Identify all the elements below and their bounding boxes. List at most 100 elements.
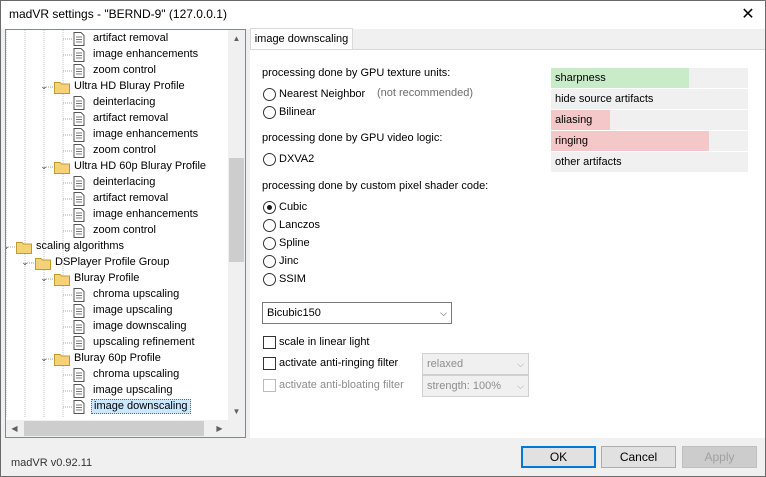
- chevron-down-icon[interactable]: ⌄: [20, 257, 30, 267]
- chevron-down-icon[interactable]: ⌄: [39, 161, 49, 171]
- tree-node-label[interactable]: Bluray 60p Profile: [72, 351, 163, 366]
- tree-node-label[interactable]: image enhancements: [91, 207, 200, 222]
- quality-row: sharpness: [551, 68, 748, 88]
- page-icon: [73, 320, 87, 334]
- nearest-neighbor-label[interactable]: Nearest Neighbor: [279, 88, 365, 100]
- tree-node-label[interactable]: image enhancements: [91, 127, 200, 142]
- page-icon: [73, 400, 87, 414]
- tree-node-label[interactable]: chroma upscaling: [91, 367, 181, 382]
- anti-bloating-strength-value: strength: 100%: [427, 380, 501, 392]
- tree-node-label[interactable]: image upscaling: [91, 303, 175, 318]
- page-icon: [73, 368, 87, 382]
- tree-node-label[interactable]: chroma upscaling: [91, 287, 181, 302]
- anti-ringing-checkbox[interactable]: [263, 357, 276, 370]
- page-icon: [73, 304, 87, 318]
- page-icon: [73, 64, 87, 78]
- ssim-label[interactable]: SSIM: [279, 273, 306, 285]
- tree-node-label[interactable]: zoom control: [91, 143, 158, 158]
- settings-tree[interactable]: artifact removal image enhancements zoom c…: [5, 29, 246, 438]
- page-icon: [73, 48, 87, 62]
- ok-button[interactable]: OK: [521, 446, 596, 468]
- settings-page: processing done by GPU texture units: Ne…: [250, 49, 765, 438]
- lanczos-label[interactable]: Lanczos: [279, 219, 320, 231]
- tree-node-label[interactable]: deinterlacing: [91, 175, 157, 190]
- quality-label: hide source artifacts: [555, 93, 654, 105]
- page-icon: [73, 208, 87, 222]
- folder-icon: [54, 80, 70, 94]
- vertical-scroll-thumb[interactable]: [229, 158, 244, 262]
- radio-cubic[interactable]: [263, 201, 276, 214]
- scrollbar-corner: [228, 420, 245, 437]
- tree-node-label[interactable]: deinterlacing: [91, 95, 157, 110]
- tree-node-label[interactable]: artifact removal: [91, 191, 170, 206]
- jinc-label[interactable]: Jinc: [279, 255, 299, 267]
- radio-dxva2[interactable]: [263, 153, 276, 166]
- tree-vertical-scrollbar[interactable]: ▲ ▼: [228, 30, 245, 420]
- page-icon: [73, 288, 87, 302]
- tree-node-label[interactable]: Bluray Profile: [72, 271, 141, 286]
- quality-label: aliasing: [555, 114, 593, 126]
- version-label: madVR v0.92.11: [11, 457, 93, 469]
- radio-lanczos[interactable]: [263, 219, 276, 232]
- algorithm-select-value: Bicubic150: [267, 307, 321, 319]
- scroll-right-icon[interactable]: ▶: [211, 420, 228, 437]
- radio-nearest-neighbor[interactable]: [263, 88, 276, 101]
- page-icon: [73, 144, 87, 158]
- page-icon: [73, 128, 87, 142]
- algorithm-select[interactable]: Bicubic150 ⌵: [262, 302, 452, 324]
- chevron-down-icon[interactable]: ⌄: [39, 273, 49, 283]
- radio-ssim[interactable]: [263, 273, 276, 286]
- chevron-down-icon[interactable]: ⌄: [39, 81, 49, 91]
- tree-node-label[interactable]: Ultra HD 60p Bluray Profile: [72, 159, 208, 174]
- scroll-left-icon[interactable]: ◀: [6, 420, 23, 437]
- quality-row: ringing: [551, 131, 748, 151]
- tree-node-label[interactable]: upscaling refinement: [91, 335, 197, 350]
- tree-node-label[interactable]: image enhancements: [91, 47, 200, 62]
- dxva2-label[interactable]: DXVA2: [279, 153, 314, 165]
- settings-window: madVR settings - "BERND-9" (127.0.0.1) ✕…: [0, 0, 766, 477]
- scroll-down-icon[interactable]: ▼: [228, 403, 245, 420]
- scroll-up-icon[interactable]: ▲: [228, 30, 245, 47]
- chevron-down-icon: ⌵: [517, 381, 524, 391]
- horizontal-scroll-thumb[interactable]: [24, 421, 204, 436]
- anti-bloating-label: activate anti-bloating filter: [279, 379, 404, 391]
- tree-node-label[interactable]: image upscaling: [91, 383, 175, 398]
- close-icon[interactable]: ✕: [731, 1, 765, 29]
- tree-node-label[interactable]: scaling algorithms: [34, 239, 126, 254]
- tree-node-label[interactable]: zoom control: [91, 223, 158, 238]
- folder-icon: [54, 272, 70, 286]
- tree-node-label[interactable]: DSPlayer Profile Group: [53, 255, 171, 270]
- gpu-video-logic-heading: processing done by GPU video logic:: [262, 132, 443, 144]
- scale-linear-light-label[interactable]: scale in linear light: [279, 336, 370, 348]
- apply-button: Apply: [682, 446, 757, 468]
- folder-icon: [35, 256, 51, 270]
- spline-label[interactable]: Spline: [279, 237, 310, 249]
- tree-node-label[interactable]: artifact removal: [91, 31, 170, 46]
- title-bar[interactable]: madVR settings - "BERND-9" (127.0.0.1) ✕: [1, 1, 765, 29]
- tree-horizontal-scrollbar[interactable]: ◀ ▶: [6, 420, 228, 437]
- tree-node-label[interactable]: zoom control: [91, 63, 158, 78]
- tree-node-label[interactable]: image downscaling: [91, 319, 189, 334]
- page-icon: [73, 32, 87, 46]
- chevron-down-icon[interactable]: ⌄: [6, 241, 11, 251]
- radio-jinc[interactable]: [263, 255, 276, 268]
- radio-bilinear[interactable]: [263, 106, 276, 119]
- chevron-down-icon: ⌵: [517, 359, 524, 369]
- radio-spline[interactable]: [263, 237, 276, 250]
- page-icon: [73, 192, 87, 206]
- chevron-down-icon[interactable]: ⌄: [39, 353, 49, 363]
- tab-image-downscaling[interactable]: image downscaling: [250, 28, 353, 50]
- folder-icon: [54, 352, 70, 366]
- scale-linear-light-checkbox[interactable]: [263, 336, 276, 349]
- tree-node-label[interactable]: image downscaling: [91, 399, 191, 414]
- cancel-button[interactable]: Cancel: [601, 446, 676, 468]
- tree-node-label[interactable]: Ultra HD Bluray Profile: [72, 79, 187, 94]
- page-icon: [73, 336, 87, 350]
- anti-ringing-label[interactable]: activate anti-ringing filter: [279, 357, 398, 369]
- bilinear-label[interactable]: Bilinear: [279, 106, 316, 118]
- cubic-label[interactable]: Cubic: [279, 201, 307, 213]
- tree-content: artifact removal image enhancements zoom c…: [6, 30, 228, 418]
- page-icon: [73, 176, 87, 190]
- page-icon: [73, 384, 87, 398]
- tree-node-label[interactable]: artifact removal: [91, 111, 170, 126]
